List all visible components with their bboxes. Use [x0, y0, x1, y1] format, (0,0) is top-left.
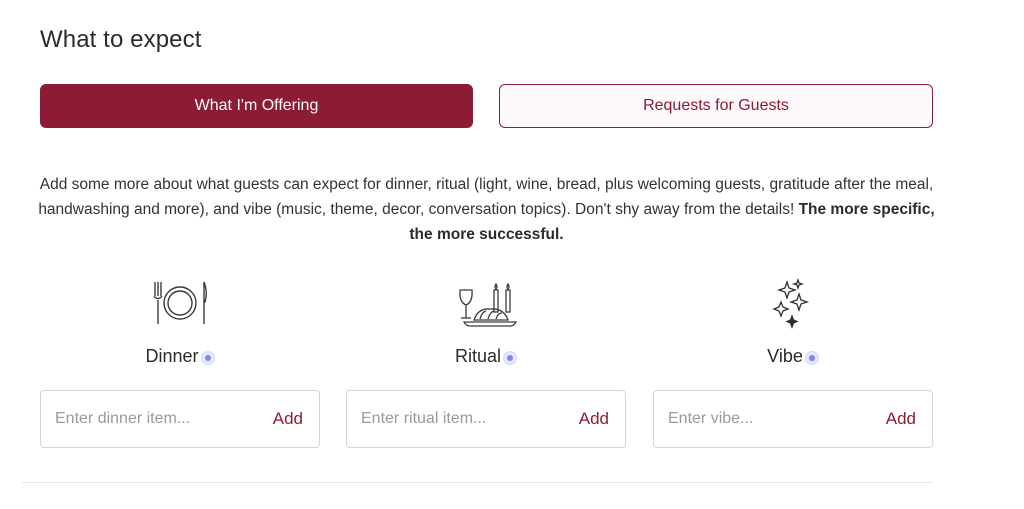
ritual-label: Ritual	[454, 346, 502, 366]
dinner-input[interactable]	[55, 410, 245, 428]
vibe-label: Vibe	[767, 346, 803, 366]
tab-label: Requests for Guests	[643, 97, 789, 114]
vibe-column: Vibe Add	[653, 276, 933, 448]
sparkles-icon	[772, 277, 810, 329]
ritual-input-box: Add	[346, 390, 626, 448]
dinner-column: Dinner Add	[40, 276, 320, 448]
info-icon[interactable]	[200, 350, 215, 365]
add-dinner-button[interactable]: Add	[273, 409, 303, 429]
what-to-expect-section: What to expect What I'm Offering Request…	[0, 0, 1024, 509]
info-icon[interactable]	[503, 350, 518, 365]
info-icon[interactable]	[804, 350, 819, 365]
tab-requests-for-guests[interactable]: Requests for Guests	[499, 84, 933, 128]
section-title: What to expect	[40, 26, 202, 53]
dinner-input-box: Add	[40, 390, 320, 448]
vibe-input[interactable]	[668, 410, 858, 428]
add-ritual-button[interactable]: Add	[579, 409, 609, 429]
ritual-column: Ritual Add	[346, 276, 626, 448]
ritual-input[interactable]	[361, 410, 551, 428]
description-text: Add some more about what guests can expe…	[30, 172, 943, 247]
section-divider	[22, 482, 933, 483]
dinner-label-row: Dinner	[40, 346, 320, 367]
tab-label: What I'm Offering	[194, 97, 319, 114]
wine-candles-challah-icon	[459, 282, 518, 327]
add-vibe-button[interactable]: Add	[886, 409, 916, 429]
vibe-input-box: Add	[653, 390, 933, 448]
vibe-label-row: Vibe	[653, 346, 933, 367]
plate-cutlery-icon	[153, 281, 207, 324]
dinner-label: Dinner	[145, 346, 199, 366]
ritual-label-row: Ritual	[346, 346, 626, 367]
tab-what-im-offering[interactable]: What I'm Offering	[40, 84, 473, 128]
